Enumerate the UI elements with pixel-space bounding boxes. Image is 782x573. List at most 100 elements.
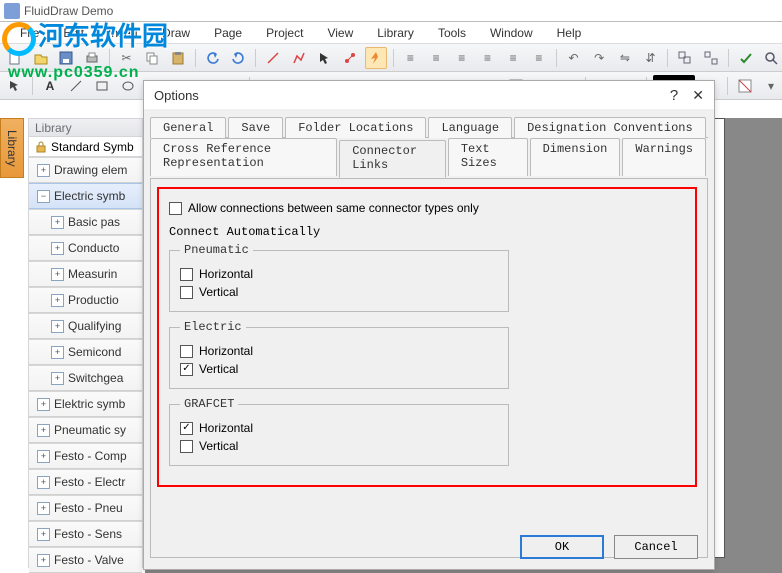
library-item-label: Switchgea	[68, 371, 123, 385]
group-electric-legend: Electric	[180, 320, 246, 334]
menu-help[interactable]: Help	[545, 26, 594, 40]
library-item[interactable]: +Festo - Pneu	[29, 495, 142, 521]
checkbox-icon	[180, 286, 193, 299]
expand-icon[interactable]: +	[51, 294, 64, 307]
flip-v-button[interactable]: ⇵	[640, 47, 662, 69]
grafcet-horizontal-checkbox[interactable]: Horizontal	[180, 421, 498, 435]
align-center-button[interactable]: ≡	[425, 47, 447, 69]
electric-vertical-checkbox[interactable]: Vertical	[180, 362, 498, 376]
align-top-button[interactable]: ≡	[477, 47, 499, 69]
checkbox-icon	[169, 202, 182, 215]
tab-general[interactable]: General	[150, 117, 226, 138]
cancel-button[interactable]: Cancel	[614, 535, 698, 559]
dialog-close-button[interactable]: ✕	[692, 87, 704, 104]
tab-designation-conventions[interactable]: Designation Conventions	[514, 117, 706, 138]
library-item-label: Productio	[68, 293, 119, 307]
align-bottom-button[interactable]: ≡	[528, 47, 550, 69]
library-item[interactable]: +Basic pas	[29, 209, 142, 235]
special-tool[interactable]	[365, 47, 387, 69]
group-button[interactable]	[674, 47, 696, 69]
library-item[interactable]: + Qualifying	[29, 313, 142, 339]
ungroup-button[interactable]	[700, 47, 722, 69]
tab-save[interactable]: Save	[228, 117, 283, 138]
library-item[interactable]: +Festo - Sens	[29, 521, 142, 547]
expand-icon[interactable]: +	[37, 450, 50, 463]
search-button[interactable]	[760, 47, 782, 69]
expand-icon[interactable]: +	[51, 320, 64, 333]
library-item[interactable]: +Festo - Electr	[29, 469, 142, 495]
library-root-item[interactable]: Standard Symb	[29, 137, 142, 157]
expand-icon[interactable]: +	[51, 242, 64, 255]
expand-icon[interactable]: +	[51, 268, 64, 281]
library-panel: Library Standard Symb +Drawing elem−Elec…	[28, 118, 143, 568]
allow-same-type-checkbox[interactable]: Allow connections between same connector…	[169, 201, 685, 215]
dialog-help-button[interactable]: ?	[670, 87, 678, 104]
library-vertical-tab[interactable]: Library	[0, 118, 24, 178]
rotate-right-button[interactable]: ↷	[588, 47, 610, 69]
menu-tools[interactable]: Tools	[426, 26, 478, 40]
tab-warnings[interactable]: Warnings	[622, 138, 706, 176]
connect-tool[interactable]	[339, 47, 361, 69]
watermark-url: www.pc0359.cn	[8, 64, 140, 81]
expand-icon[interactable]: +	[37, 554, 50, 567]
fill-picker[interactable]	[734, 75, 756, 97]
ok-button[interactable]: OK	[520, 535, 604, 559]
expand-icon[interactable]: +	[51, 216, 64, 229]
expand-icon[interactable]: +	[37, 502, 50, 515]
library-item[interactable]: + Measurin	[29, 261, 142, 287]
rotate-left-button[interactable]: ↶	[563, 47, 585, 69]
polyline-tool[interactable]	[288, 47, 310, 69]
library-item[interactable]: + Productio	[29, 287, 142, 313]
electric-vertical-label: Vertical	[199, 362, 238, 376]
group-grafcet: GRAFCET Horizontal Vertical	[169, 397, 509, 466]
menu-window[interactable]: Window	[478, 26, 545, 40]
pneumatic-horizontal-label: Horizontal	[199, 267, 253, 281]
align-middle-button[interactable]: ≡	[502, 47, 524, 69]
electric-horizontal-checkbox[interactable]: Horizontal	[180, 344, 498, 358]
grafcet-vertical-checkbox[interactable]: Vertical	[180, 439, 498, 453]
library-item[interactable]: +Festo - Comp	[29, 443, 142, 469]
check-button[interactable]	[735, 47, 757, 69]
library-item[interactable]: + Switchgea	[29, 365, 142, 391]
line-tool[interactable]	[262, 47, 284, 69]
pointer-tool[interactable]	[314, 47, 336, 69]
expand-icon[interactable]: +	[37, 164, 50, 177]
redo-button[interactable]	[227, 47, 249, 69]
paste-button[interactable]	[167, 47, 189, 69]
library-item[interactable]: +Elektric symb	[29, 391, 142, 417]
flip-h-button[interactable]: ⇋	[614, 47, 636, 69]
tab-text-sizes[interactable]: Text Sizes	[448, 138, 528, 176]
library-item-label: Measurin	[68, 267, 117, 281]
pneumatic-vertical-checkbox[interactable]: Vertical	[180, 285, 498, 299]
tab-folder-locations[interactable]: Folder Locations	[285, 117, 426, 138]
library-item[interactable]: +Conducto	[29, 235, 142, 261]
expand-icon[interactable]: +	[37, 528, 50, 541]
library-item[interactable]: +Pneumatic sy	[29, 417, 142, 443]
pneumatic-horizontal-checkbox[interactable]: Horizontal	[180, 267, 498, 281]
tab-cross-reference[interactable]: Cross Reference Representation	[150, 138, 337, 176]
menu-project[interactable]: Project	[254, 26, 315, 40]
align-left-button[interactable]: ≡	[400, 47, 422, 69]
menu-page[interactable]: Page	[202, 26, 254, 40]
library-item[interactable]: −Electric symb	[29, 183, 142, 209]
library-item-label: Qualifying	[68, 319, 121, 333]
undo-button[interactable]	[202, 47, 224, 69]
fill-dropdown[interactable]: ▾	[760, 75, 782, 97]
tab-dimension[interactable]: Dimension	[530, 138, 621, 176]
expand-icon[interactable]: +	[37, 398, 50, 411]
menu-view[interactable]: View	[315, 26, 365, 40]
library-item[interactable]: +Semicond	[29, 339, 142, 365]
library-item[interactable]: +Drawing elem	[29, 157, 142, 183]
expand-icon[interactable]: +	[37, 424, 50, 437]
align-right-button[interactable]: ≡	[451, 47, 473, 69]
expand-icon[interactable]: +	[37, 476, 50, 489]
library-item[interactable]: +Festo - Valve	[29, 547, 142, 573]
tab-language[interactable]: Language	[428, 117, 512, 138]
menu-library[interactable]: Library	[365, 26, 426, 40]
checkbox-icon	[180, 440, 193, 453]
expand-icon[interactable]: +	[51, 346, 64, 359]
tab-connector-links[interactable]: Connector Links	[339, 140, 446, 178]
collapse-icon[interactable]: −	[37, 190, 50, 203]
expand-icon[interactable]: +	[51, 372, 64, 385]
group-electric: Electric Horizontal Vertical	[169, 320, 509, 389]
